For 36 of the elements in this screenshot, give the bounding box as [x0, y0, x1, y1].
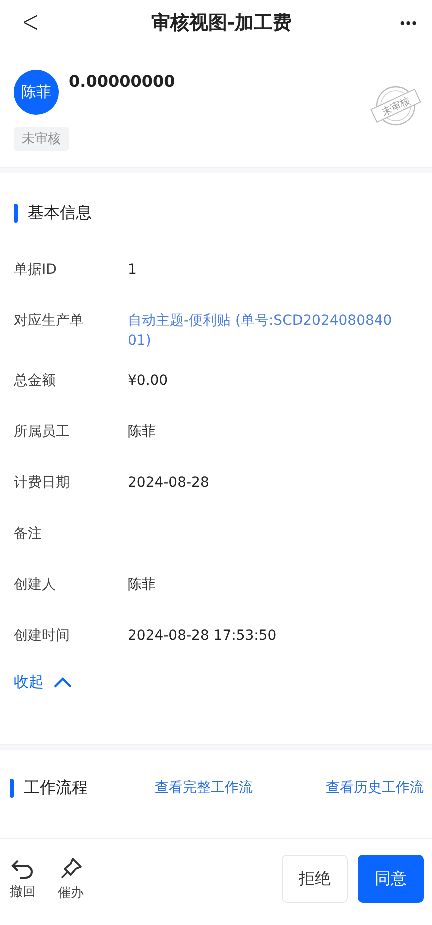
order-link[interactable]: 自动主题-便利贴 (单号:SCD202408084001) — [128, 311, 398, 351]
field-value: ¥0.00 — [128, 372, 168, 391]
section-marker — [10, 778, 14, 798]
field-value: 陈菲 — [128, 576, 156, 595]
section-marker — [14, 204, 18, 223]
field-value: 2024-08-28 17:53:50 — [128, 627, 277, 646]
undo-icon — [11, 858, 35, 880]
reject-button[interactable]: 拒绝 — [282, 855, 348, 903]
status-stamp: 未审核 — [370, 84, 422, 128]
back-button[interactable]: < — [22, 8, 40, 38]
section-title: 工作流程 — [24, 778, 88, 798]
amount: 0.00000000 — [69, 72, 176, 91]
field-value: 2024-08-28 — [128, 474, 210, 493]
undo-button[interactable]: 撤回 — [10, 858, 36, 900]
field-label: 创建时间 — [14, 627, 71, 646]
avatar: 陈菲 — [14, 70, 59, 115]
field-label: 备注 — [14, 525, 43, 544]
workflow-link[interactable]: 查看完整工作流 — [155, 779, 253, 797]
status-tag: 未审核 — [14, 127, 69, 151]
chevron-icon — [54, 677, 72, 688]
pin-button[interactable]: 催办 — [58, 856, 84, 902]
field-label: 总金额 — [14, 372, 57, 391]
field-label: 所属员工 — [14, 423, 71, 442]
section-title: 基本信息 — [28, 203, 92, 224]
page-title: 审核视图-加工费 — [151, 11, 292, 36]
workflow-link[interactable]: 查看历史工作流 — [326, 779, 424, 797]
field-label: 对应生产单 — [14, 312, 85, 331]
field-label: 单据ID — [14, 261, 58, 280]
field-value: 1 — [128, 261, 137, 280]
more-button[interactable]: ••• — [400, 15, 418, 31]
field-label: 创建人 — [14, 576, 57, 595]
pin-icon — [59, 856, 83, 880]
field-label: 计费日期 — [14, 474, 71, 493]
approve-button[interactable]: 同意 — [358, 855, 424, 903]
collapse-button[interactable]: 收起 — [14, 673, 72, 692]
field-value: 陈菲 — [128, 423, 156, 442]
